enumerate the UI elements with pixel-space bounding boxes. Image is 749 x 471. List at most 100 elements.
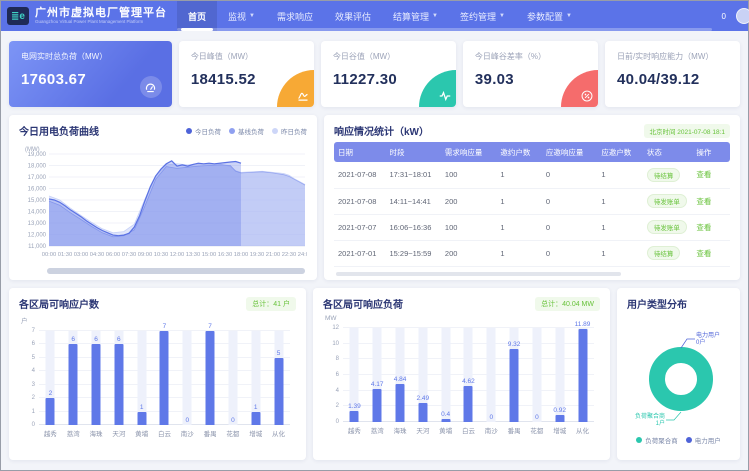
x-axis-labels: 越秀荔湾海珠天河黄埔白云南沙番禺花都增城从化 bbox=[39, 428, 290, 438]
nav-item-3[interactable]: 效果评估 bbox=[324, 1, 382, 31]
y-tick-label: 0 bbox=[323, 419, 339, 425]
svg-text:00:00: 00:00 bbox=[42, 252, 57, 258]
cell-date: 2021-07-07 bbox=[334, 214, 385, 240]
legend-dot bbox=[686, 437, 692, 443]
legend-dot bbox=[186, 128, 192, 134]
cell-demand: 100 bbox=[441, 162, 496, 188]
status-badge: 待结算 bbox=[647, 168, 681, 182]
view-link[interactable]: 查看 bbox=[696, 249, 711, 258]
nav-item-2[interactable]: 需求响应 bbox=[266, 1, 324, 31]
avatar[interactable] bbox=[736, 8, 749, 24]
svg-text:18:00: 18:00 bbox=[234, 252, 249, 258]
y-tick-label: 2 bbox=[19, 395, 35, 401]
nav-item-4[interactable]: 结算管理▼ bbox=[382, 1, 449, 31]
cell-resp_users: 1 bbox=[597, 240, 643, 266]
view-link[interactable]: 查看 bbox=[696, 197, 711, 206]
bar-column: 7 bbox=[199, 331, 222, 425]
x-tick-label: 花都 bbox=[526, 425, 549, 435]
y-tick-label: 4 bbox=[19, 368, 35, 374]
x-tick-label: 南沙 bbox=[176, 428, 199, 438]
svg-text:0户: 0户 bbox=[696, 338, 705, 346]
load-curve-chart: (MW)11,00012,00013,00014,00015,00016,000… bbox=[19, 142, 307, 260]
table-row: 2021-07-0817:31~18:01100101待结算查看 bbox=[334, 162, 730, 188]
cell-invited: 1 bbox=[496, 240, 542, 266]
nav-item-label: 结算管理 bbox=[393, 10, 429, 23]
cell-resp_users: 1 bbox=[597, 188, 643, 214]
table-header-3: 邀约户数 bbox=[496, 142, 542, 162]
x-tick-label: 南沙 bbox=[480, 425, 503, 435]
cell-resp_users: 1 bbox=[597, 214, 643, 240]
cell-date: 2021-07-01 bbox=[334, 240, 385, 266]
district-users-panel: 各区局可响应户数 总计：41 户 户0123456726661707015越秀荔… bbox=[9, 288, 306, 460]
bar-column: 2 bbox=[39, 331, 62, 425]
bar bbox=[160, 331, 169, 425]
x-tick-label: 越秀 bbox=[39, 428, 62, 438]
x-tick-label: 越秀 bbox=[343, 425, 366, 435]
bar bbox=[464, 386, 473, 422]
response-stats-panel: 响应情况统计（kW） 北京时间 2021-07-08 18:1 日期时段需求响应… bbox=[324, 115, 740, 280]
nav-item-0[interactable]: 首页 bbox=[177, 1, 217, 31]
bar bbox=[274, 358, 283, 425]
bar-column: 1 bbox=[244, 331, 267, 425]
svg-text:13:30: 13:30 bbox=[186, 252, 201, 258]
cell-period: 17:31~18:01 bbox=[385, 162, 440, 188]
bar-column: 4.84 bbox=[389, 328, 412, 422]
district-users-total-badge: 总计：41 户 bbox=[246, 297, 296, 311]
legend-dot bbox=[636, 437, 642, 443]
kpi-label: 电网实时总负荷（MW） bbox=[21, 51, 160, 62]
main-nav: 首页监视▼ 需求响应效果评估结算管理▼签约管理▼参数配置▼ bbox=[177, 1, 722, 31]
x-tick-label: 从化 bbox=[571, 425, 594, 435]
x-tick-label: 天河 bbox=[411, 425, 434, 435]
app-header: ≣e 广州市虚拟电厂管理平台 Guangzhou Virtual Power P… bbox=[1, 1, 748, 31]
legend-dot bbox=[272, 128, 278, 134]
user-type-legend: 负荷聚合商 电力用户 bbox=[636, 435, 721, 445]
bar-columns: 1.394.174.842.490.44.6209.3200.9211.89 bbox=[343, 328, 594, 422]
bar bbox=[396, 384, 405, 422]
bar-column: 6 bbox=[107, 331, 130, 425]
svg-text:15,000: 15,000 bbox=[28, 198, 47, 204]
bar-column: 2.49 bbox=[411, 328, 434, 422]
cell-demand: 200 bbox=[441, 188, 496, 214]
bar bbox=[114, 344, 123, 425]
x-tick-label: 天河 bbox=[107, 428, 130, 438]
table-header-0: 日期 bbox=[334, 142, 385, 162]
svg-text:12,000: 12,000 bbox=[28, 233, 47, 239]
donut-slice bbox=[657, 355, 705, 403]
nav-item-1[interactable]: 监视▼ bbox=[217, 1, 266, 31]
table-header-7: 操作 bbox=[692, 142, 730, 162]
legend-item-1[interactable]: 电力用户 bbox=[686, 435, 721, 445]
status-badge: 待发账单 bbox=[647, 220, 687, 234]
view-link[interactable]: 查看 bbox=[696, 223, 711, 232]
svg-text:09:00: 09:00 bbox=[138, 252, 153, 258]
bar bbox=[69, 344, 78, 425]
y-tick-label: 6 bbox=[19, 341, 35, 347]
notification-count[interactable]: 0 bbox=[722, 12, 726, 21]
cell-demand: 100 bbox=[441, 214, 496, 240]
legend-item-0[interactable]: 今日负荷 bbox=[186, 126, 221, 136]
legend-item-1[interactable]: 基线负荷 bbox=[229, 126, 264, 136]
kpi-label: 日前/实时响应能力（MW） bbox=[617, 51, 728, 62]
legend-label: 电力用户 bbox=[695, 435, 721, 445]
datazoom-slider[interactable] bbox=[47, 268, 305, 274]
bar-track bbox=[532, 328, 541, 422]
bar-track bbox=[228, 331, 237, 425]
svg-text:22:30: 22:30 bbox=[282, 252, 297, 258]
user-type-donut-chart: 电力用户0户负荷聚合商1户 bbox=[627, 315, 730, 433]
view-link[interactable]: 查看 bbox=[696, 170, 711, 179]
x-tick-label: 海珠 bbox=[85, 428, 108, 438]
bar-value-label: 5 bbox=[263, 350, 294, 357]
bar-track bbox=[183, 331, 192, 425]
y-tick-label: 5 bbox=[19, 355, 35, 361]
district-users-title: 各区局可响应户数 bbox=[19, 296, 99, 311]
cell-invited: 1 bbox=[496, 188, 542, 214]
legend-item-2[interactable]: 昨日负荷 bbox=[272, 126, 307, 136]
table-scrollbar[interactable] bbox=[336, 272, 621, 276]
load-curve-panel: 今日用电负荷曲线 今日负荷基线负荷昨日负荷 (MW)11,00012,00013… bbox=[9, 115, 317, 280]
svg-text:16:30: 16:30 bbox=[218, 252, 233, 258]
nav-item-label: 需求响应 bbox=[277, 10, 313, 23]
legend-item-0[interactable]: 负荷聚合商 bbox=[636, 435, 678, 445]
nav-item-6[interactable]: 参数配置▼ bbox=[516, 1, 583, 31]
y-tick-label: 10 bbox=[323, 341, 339, 347]
nav-item-5[interactable]: 签约管理▼ bbox=[449, 1, 516, 31]
table-row: 2021-07-0115:29~15:59200101待结算查看 bbox=[334, 240, 730, 266]
